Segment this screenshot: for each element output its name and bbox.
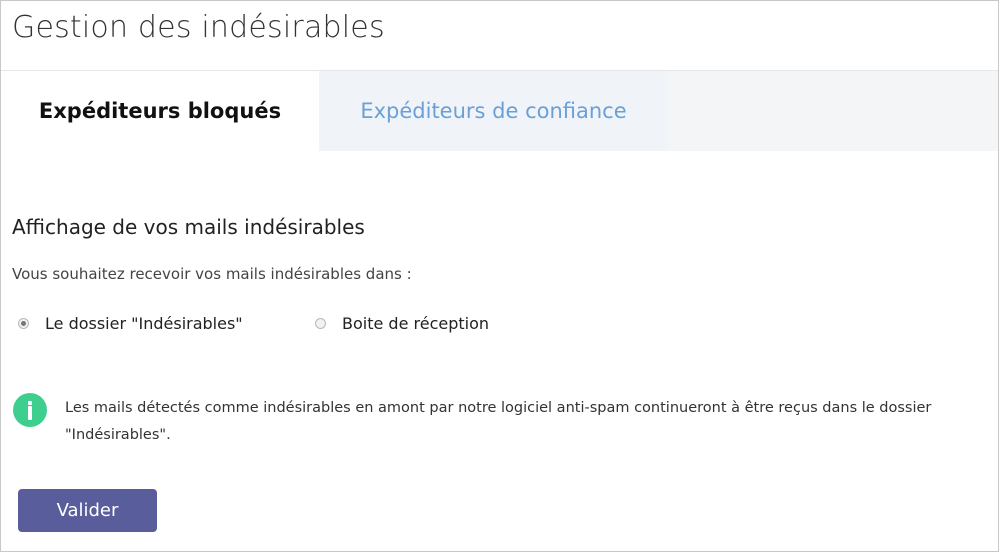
section-title: Affichage de vos mails indésirables <box>12 215 365 239</box>
inbox-label: Boite de réception <box>342 314 490 333</box>
junk-folder-radio[interactable] <box>18 318 29 329</box>
tab-blocked-senders[interactable]: Expéditeurs bloqués <box>1 71 319 151</box>
inbox-radio[interactable] <box>315 318 326 329</box>
junk-mail-settings-panel: Gestion des indésirables Expéditeurs blo… <box>0 0 999 552</box>
option-inbox[interactable]: Boite de réception <box>315 314 489 333</box>
tab-bar: Expéditeurs bloqués Expéditeurs de confi… <box>1 70 998 151</box>
tab-trusted-senders[interactable]: Expéditeurs de confiance <box>319 71 668 151</box>
info-icon <box>13 393 47 427</box>
page-title: Gestion des indésirables <box>12 10 385 45</box>
junk-folder-label: Le dossier "Indésirables" <box>45 314 243 333</box>
delivery-question: Vous souhaitez recevoir vos mails indési… <box>12 265 412 283</box>
info-message: Les mails détectés comme indésirables en… <box>65 400 932 443</box>
option-junk-folder[interactable]: Le dossier "Indésirables" <box>18 314 243 333</box>
submit-button[interactable]: Valider <box>18 489 157 532</box>
